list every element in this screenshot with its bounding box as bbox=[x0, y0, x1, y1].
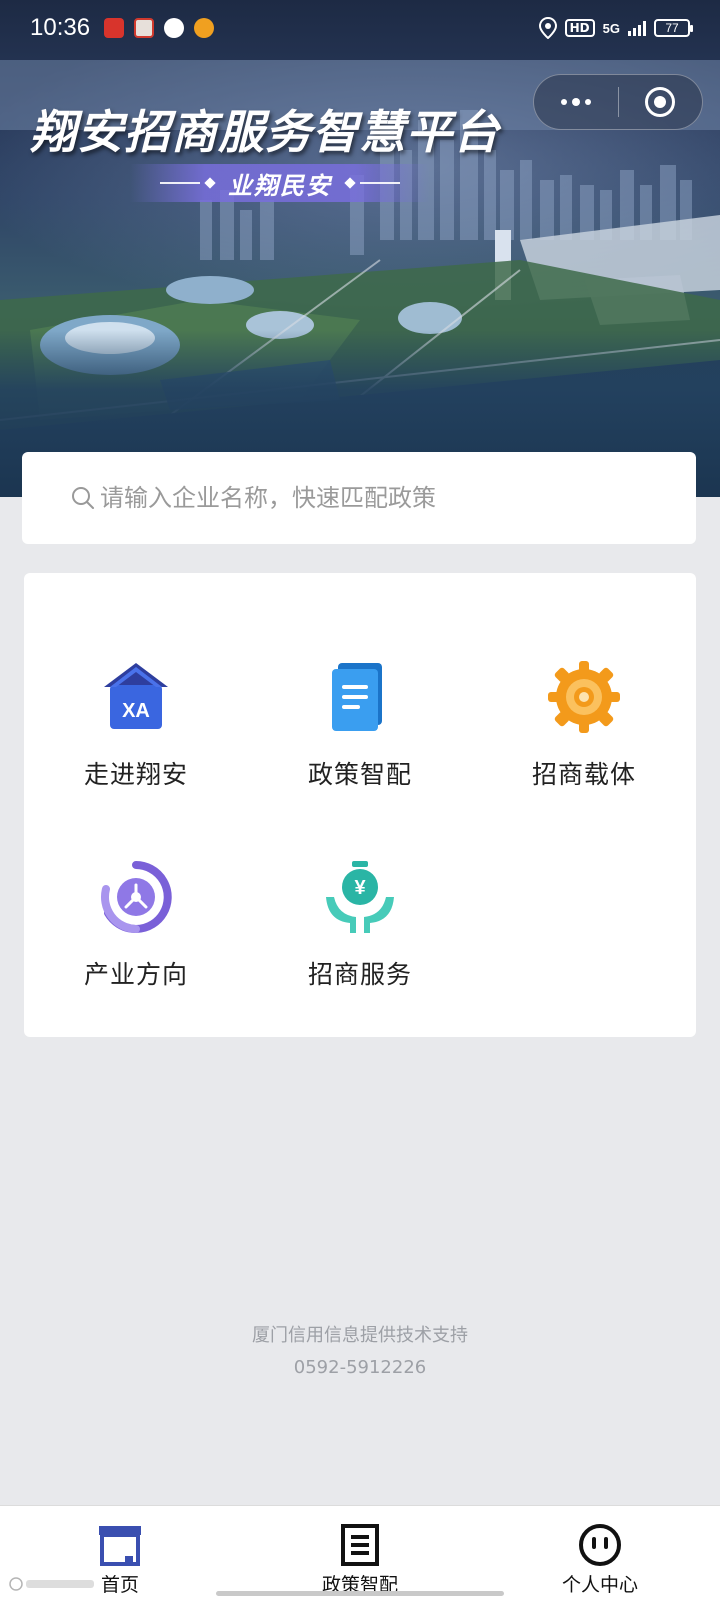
menu-item-policy[interactable]: 政策智配 bbox=[248, 657, 472, 837]
location-icon bbox=[538, 17, 557, 39]
svg-text:XA: XA bbox=[122, 700, 150, 722]
list-doc-icon bbox=[341, 1524, 379, 1566]
status-indicators: HD 5G 77 bbox=[538, 17, 693, 39]
credit-text: 厦门信用信息提供技术支持 bbox=[252, 1325, 468, 1346]
banner-slogan: 业翔民安 bbox=[228, 171, 332, 200]
money-hands-icon: ¥ bbox=[326, 861, 394, 933]
network-type: 5G bbox=[602, 20, 620, 36]
nav-policy[interactable]: 政策智配 bbox=[240, 1506, 480, 1600]
miniprogram-capsule bbox=[533, 74, 703, 130]
menu-item-xiangan[interactable]: XA 走进翔安 bbox=[24, 657, 248, 837]
menu-item-label: 政策智配 bbox=[307, 760, 412, 789]
more-button[interactable] bbox=[534, 75, 618, 129]
menu-item-label: 产业方向 bbox=[83, 960, 188, 989]
nav-home-label: 首页 bbox=[100, 1574, 139, 1596]
menu-item-industry[interactable]: 产业方向 bbox=[24, 857, 248, 1037]
feature-grid: XA 走进翔安 政策智配 招商载体 产业方向 ¥ 招商服务 bbox=[24, 573, 696, 1037]
notification-app-icon bbox=[104, 18, 125, 38]
home-indicator[interactable] bbox=[216, 1591, 504, 1596]
footer-credit: 厦门信用信息提供技术支持 0592-5912226 bbox=[0, 1320, 720, 1384]
hd-badge: HD bbox=[564, 19, 595, 37]
bottom-nav: 首页 政策智配 个人中心 bbox=[0, 1505, 720, 1600]
diamond-icon bbox=[204, 177, 216, 189]
menu-item-carrier[interactable]: 招商载体 bbox=[472, 657, 696, 837]
search-icon bbox=[72, 487, 94, 509]
weibo-icon bbox=[194, 18, 215, 38]
menu-item-label: 招商载体 bbox=[531, 760, 636, 789]
menu-item-service[interactable]: ¥ 招商服务 bbox=[248, 857, 472, 1037]
xa-house-icon: XA bbox=[104, 663, 168, 729]
signal-icon bbox=[628, 20, 646, 36]
diamond-icon bbox=[344, 177, 356, 189]
nav-profile[interactable]: 个人中心 bbox=[480, 1506, 720, 1600]
home-box-icon bbox=[99, 1526, 141, 1566]
target-icon bbox=[645, 87, 676, 117]
credit-phone: 0592-5912226 bbox=[293, 1357, 427, 1378]
ribbon-line bbox=[360, 182, 400, 184]
menu-item-label: 招商服务 bbox=[307, 960, 412, 989]
slogan-ribbon: 业翔民安 bbox=[130, 164, 430, 202]
notification-app-icon bbox=[164, 18, 185, 38]
nav-profile-label: 个人中心 bbox=[561, 1574, 638, 1596]
battery-indicator: 77 bbox=[654, 19, 693, 37]
status-time: 10:36 bbox=[30, 14, 91, 41]
menu-item-label: 走进翔安 bbox=[83, 760, 188, 789]
status-bar: 10:36 HD 5G 77 bbox=[0, 0, 720, 56]
compass-icon bbox=[100, 861, 172, 933]
close-miniprogram-button[interactable] bbox=[619, 75, 703, 129]
watermark bbox=[8, 1576, 98, 1596]
banner-title: 翔安招商服务智慧平台 bbox=[30, 105, 500, 159]
search-input[interactable] bbox=[100, 484, 660, 512]
search-bar[interactable] bbox=[22, 452, 696, 544]
face-icon bbox=[579, 1524, 621, 1566]
watermark-logo-icon bbox=[9, 1577, 94, 1591]
gear-icon bbox=[548, 661, 620, 733]
more-dots-icon bbox=[560, 98, 591, 106]
notification-app-icon bbox=[134, 18, 155, 38]
svg-text:¥: ¥ bbox=[354, 877, 366, 899]
ribbon-line bbox=[160, 182, 200, 184]
document-icon bbox=[332, 663, 382, 731]
